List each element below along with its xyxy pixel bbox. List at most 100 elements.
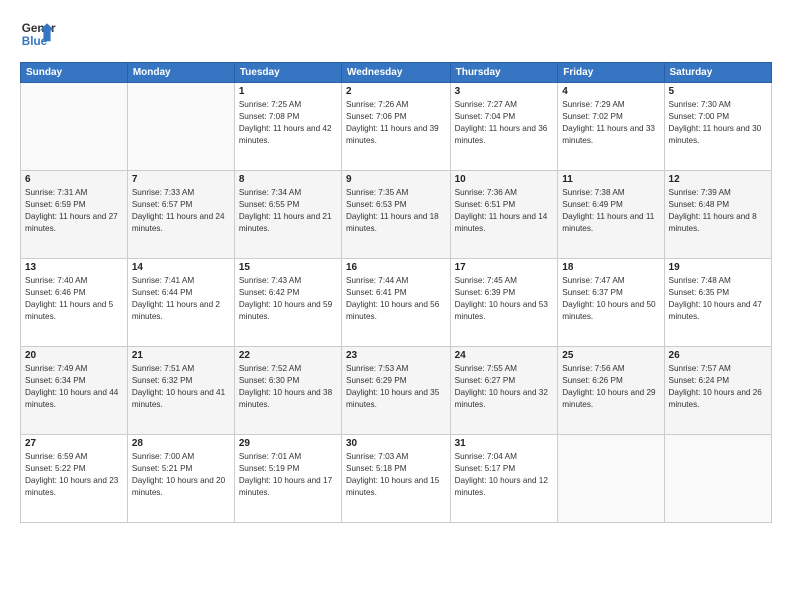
calendar-cell: 10 Sunrise: 7:36 AM Sunset: 6:51 PM Dayli…	[450, 171, 558, 259]
day-number: 24	[455, 350, 554, 361]
calendar-cell	[664, 435, 771, 523]
logo-icon: General Blue	[20, 16, 56, 52]
day-info: Sunrise: 7:49 AM Sunset: 6:34 PM Dayligh…	[25, 363, 123, 411]
day-number: 16	[346, 262, 446, 273]
day-number: 27	[25, 438, 123, 449]
day-info: Sunrise: 7:52 AM Sunset: 6:30 PM Dayligh…	[239, 363, 337, 411]
calendar-cell: 15 Sunrise: 7:43 AM Sunset: 6:42 PM Dayli…	[234, 259, 341, 347]
calendar-cell: 31Sunrise: 7:04 AM Sunset: 5:17 PM Dayli…	[450, 435, 558, 523]
calendar-cell: 28 Sunrise: 7:00 AM Sunset: 5:21 PM Dayli…	[127, 435, 234, 523]
day-info: Sunrise: 7:40 AM Sunset: 6:46 PM Dayligh…	[25, 275, 123, 323]
calendar-cell	[558, 435, 664, 523]
calendar-cell: 3 Sunrise: 7:27 AM Sunset: 7:04 PM Daylig…	[450, 83, 558, 171]
week-row-2: 6Sunrise: 7:31 AM Sunset: 6:59 PM Daylig…	[21, 171, 772, 259]
day-info: Sunrise: 7:47 AM Sunset: 6:37 PM Dayligh…	[562, 275, 659, 323]
day-info: Sunrise: 7:43 AM Sunset: 6:42 PM Dayligh…	[239, 275, 337, 323]
weekday-header-sunday: Sunday	[21, 63, 128, 83]
week-row-4: 20 Sunrise: 7:49 AM Sunset: 6:34 PM Dayli…	[21, 347, 772, 435]
calendar-cell: 27 Sunrise: 6:59 AM Sunset: 5:22 PM Dayli…	[21, 435, 128, 523]
day-number: 20	[25, 350, 123, 361]
day-number: 4	[562, 86, 659, 97]
calendar-cell: 24 Sunrise: 7:55 AM Sunset: 6:27 PM Dayli…	[450, 347, 558, 435]
day-info: Sunrise: 7:38 AM Sunset: 6:49 PM Dayligh…	[562, 187, 659, 235]
page: General Blue SundayMondayTuesdayWednesda…	[0, 0, 792, 612]
weekday-header-friday: Friday	[558, 63, 664, 83]
calendar-cell: 4Sunrise: 7:29 AM Sunset: 7:02 PM Daylig…	[558, 83, 664, 171]
day-number: 17	[455, 262, 554, 273]
day-info: Sunrise: 7:53 AM Sunset: 6:29 PM Dayligh…	[346, 363, 446, 411]
weekday-header-tuesday: Tuesday	[234, 63, 341, 83]
day-info: Sunrise: 7:48 AM Sunset: 6:35 PM Dayligh…	[669, 275, 767, 323]
day-number: 21	[132, 350, 230, 361]
calendar-cell: 21 Sunrise: 7:51 AM Sunset: 6:32 PM Dayli…	[127, 347, 234, 435]
calendar-cell	[127, 83, 234, 171]
day-number: 10	[455, 174, 554, 185]
calendar-cell: 19 Sunrise: 7:48 AM Sunset: 6:35 PM Dayli…	[664, 259, 771, 347]
day-number: 5	[669, 86, 767, 97]
day-info: Sunrise: 6:59 AM Sunset: 5:22 PM Dayligh…	[25, 451, 123, 499]
day-number: 25	[562, 350, 659, 361]
weekday-header-row: SundayMondayTuesdayWednesdayThursdayFrid…	[21, 63, 772, 83]
weekday-header-thursday: Thursday	[450, 63, 558, 83]
day-info: Sunrise: 7:51 AM Sunset: 6:32 PM Dayligh…	[132, 363, 230, 411]
calendar-cell: 6Sunrise: 7:31 AM Sunset: 6:59 PM Daylig…	[21, 171, 128, 259]
calendar-cell: 23 Sunrise: 7:53 AM Sunset: 6:29 PM Dayli…	[341, 347, 450, 435]
calendar-cell: 11 Sunrise: 7:38 AM Sunset: 6:49 PM Dayli…	[558, 171, 664, 259]
day-info: Sunrise: 7:34 AM Sunset: 6:55 PM Dayligh…	[239, 187, 337, 235]
day-info: Sunrise: 7:41 AM Sunset: 6:44 PM Dayligh…	[132, 275, 230, 323]
day-info: Sunrise: 7:35 AM Sunset: 6:53 PM Dayligh…	[346, 187, 446, 235]
day-number: 2	[346, 86, 446, 97]
day-number: 15	[239, 262, 337, 273]
day-number: 29	[239, 438, 337, 449]
calendar-cell: 14Sunrise: 7:41 AM Sunset: 6:44 PM Dayli…	[127, 259, 234, 347]
weekday-header-monday: Monday	[127, 63, 234, 83]
calendar-cell: 1Sunrise: 7:25 AM Sunset: 7:08 PM Daylig…	[234, 83, 341, 171]
week-row-3: 13 Sunrise: 7:40 AM Sunset: 6:46 PM Dayli…	[21, 259, 772, 347]
day-info: Sunrise: 7:36 AM Sunset: 6:51 PM Dayligh…	[455, 187, 554, 235]
day-number: 19	[669, 262, 767, 273]
day-number: 22	[239, 350, 337, 361]
day-info: Sunrise: 7:00 AM Sunset: 5:21 PM Dayligh…	[132, 451, 230, 499]
day-number: 12	[669, 174, 767, 185]
day-number: 26	[669, 350, 767, 361]
day-number: 7	[132, 174, 230, 185]
week-row-5: 27 Sunrise: 6:59 AM Sunset: 5:22 PM Dayli…	[21, 435, 772, 523]
header: General Blue	[20, 16, 772, 52]
calendar-cell: 22 Sunrise: 7:52 AM Sunset: 6:30 PM Dayli…	[234, 347, 341, 435]
day-info: Sunrise: 7:55 AM Sunset: 6:27 PM Dayligh…	[455, 363, 554, 411]
calendar-cell: 26 Sunrise: 7:57 AM Sunset: 6:24 PM Dayli…	[664, 347, 771, 435]
day-number: 11	[562, 174, 659, 185]
day-number: 28	[132, 438, 230, 449]
day-number: 31	[455, 438, 554, 449]
day-info: Sunrise: 7:31 AM Sunset: 6:59 PM Dayligh…	[25, 187, 123, 235]
calendar-cell: 5 Sunrise: 7:30 AM Sunset: 7:00 PM Daylig…	[664, 83, 771, 171]
day-info: Sunrise: 7:27 AM Sunset: 7:04 PM Dayligh…	[455, 99, 554, 147]
day-info: Sunrise: 7:26 AM Sunset: 7:06 PM Dayligh…	[346, 99, 446, 147]
day-number: 3	[455, 86, 554, 97]
day-number: 23	[346, 350, 446, 361]
day-info: Sunrise: 7:33 AM Sunset: 6:57 PM Dayligh…	[132, 187, 230, 235]
day-info: Sunrise: 7:03 AM Sunset: 5:18 PM Dayligh…	[346, 451, 446, 499]
calendar-cell: 9 Sunrise: 7:35 AM Sunset: 6:53 PM Daylig…	[341, 171, 450, 259]
calendar-cell: 2 Sunrise: 7:26 AM Sunset: 7:06 PM Daylig…	[341, 83, 450, 171]
calendar-cell: 20 Sunrise: 7:49 AM Sunset: 6:34 PM Dayli…	[21, 347, 128, 435]
day-info: Sunrise: 7:45 AM Sunset: 6:39 PM Dayligh…	[455, 275, 554, 323]
day-info: Sunrise: 7:56 AM Sunset: 6:26 PM Dayligh…	[562, 363, 659, 411]
weekday-header-saturday: Saturday	[664, 63, 771, 83]
day-number: 13	[25, 262, 123, 273]
weekday-header-wednesday: Wednesday	[341, 63, 450, 83]
calendar-cell: 25 Sunrise: 7:56 AM Sunset: 6:26 PM Dayli…	[558, 347, 664, 435]
logo: General Blue	[20, 16, 56, 52]
day-info: Sunrise: 7:25 AM Sunset: 7:08 PM Dayligh…	[239, 99, 337, 147]
calendar-cell: 16Sunrise: 7:44 AM Sunset: 6:41 PM Dayli…	[341, 259, 450, 347]
calendar-cell: 18 Sunrise: 7:47 AM Sunset: 6:37 PM Dayli…	[558, 259, 664, 347]
day-number: 9	[346, 174, 446, 185]
day-info: Sunrise: 7:30 AM Sunset: 7:00 PM Dayligh…	[669, 99, 767, 147]
day-info: Sunrise: 7:57 AM Sunset: 6:24 PM Dayligh…	[669, 363, 767, 411]
calendar-cell: 7 Sunrise: 7:33 AM Sunset: 6:57 PM Daylig…	[127, 171, 234, 259]
calendar-table: SundayMondayTuesdayWednesdayThursdayFrid…	[20, 62, 772, 523]
day-number: 18	[562, 262, 659, 273]
calendar-cell: 29Sunrise: 7:01 AM Sunset: 5:19 PM Dayli…	[234, 435, 341, 523]
day-number: 8	[239, 174, 337, 185]
day-info: Sunrise: 7:39 AM Sunset: 6:48 PM Dayligh…	[669, 187, 767, 235]
